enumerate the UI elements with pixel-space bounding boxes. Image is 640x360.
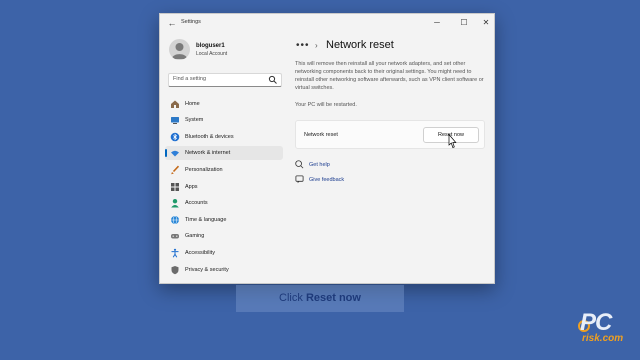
feedback-icon: [295, 175, 304, 184]
sidebar-item-accessibility[interactable]: Accessibility: [165, 246, 283, 260]
title-bar: ← Settings ─ ☐ ✕: [160, 14, 494, 32]
logo-risk: risk.com: [582, 333, 624, 344]
caption-prefix: Click: [279, 292, 306, 304]
back-arrow-icon[interactable]: ←: [166, 17, 178, 29]
close-button[interactable]: ✕: [480, 17, 492, 29]
sidebar-item-home[interactable]: Home: [165, 97, 283, 111]
sidebar-item-label: Time & language: [185, 217, 227, 223]
description-text: This will remove then reinstall all your…: [295, 61, 484, 91]
maximize-button[interactable]: ☐: [458, 17, 470, 29]
breadcrumb-chevron-icon: ›: [315, 41, 318, 50]
gamepad-icon: [171, 234, 179, 239]
system-icon: [171, 117, 179, 124]
sidebar-item-label: Home: [185, 101, 200, 107]
accessibility-icon: [171, 248, 179, 258]
network-reset-card: Network reset Reset now: [295, 120, 485, 149]
settings-window: ← Settings ─ ☐ ✕ bloguser1 Local Account…: [159, 13, 495, 284]
get-help-link[interactable]: Get help: [309, 162, 330, 168]
sidebar-item-personalization[interactable]: Personalization: [165, 163, 283, 177]
home-icon: [171, 100, 179, 108]
search-input[interactable]: Find a setting: [168, 73, 282, 87]
avatar[interactable]: [169, 39, 190, 60]
user-name: bloguser1: [196, 43, 225, 49]
sidebar-item-accounts[interactable]: Accounts: [165, 196, 283, 210]
sidebar-item-label: Network & internet: [185, 150, 231, 156]
sidebar-item-apps[interactable]: Apps: [165, 180, 283, 194]
sidebar-item-bluetooth[interactable]: Bluetooth & devices: [165, 130, 283, 144]
apps-icon: [171, 183, 179, 191]
sidebar-item-label: Personalization: [185, 167, 223, 173]
restart-note: Your PC will be restarted.: [295, 102, 357, 108]
sidebar-item-label: Accessibility: [185, 250, 215, 256]
breadcrumb-more-button[interactable]: •••: [296, 40, 310, 51]
brush-icon: [171, 165, 180, 175]
instruction-caption: Click Reset now: [236, 285, 404, 312]
card-label: Network reset: [304, 132, 338, 138]
sidebar-item-label: Apps: [185, 184, 198, 190]
page-title: Network reset: [326, 39, 394, 51]
window-title: Settings: [181, 19, 201, 25]
sidebar-item-label: System: [185, 117, 204, 123]
sidebar-item-label: Bluetooth & devices: [185, 134, 234, 140]
mouse-cursor-icon: [448, 134, 457, 148]
globe-icon: [171, 215, 179, 225]
sidebar-item-privacy[interactable]: Privacy & security: [165, 263, 283, 277]
sidebar-item-label: Accounts: [185, 200, 208, 206]
give-feedback-link[interactable]: Give feedback: [309, 177, 344, 183]
minimize-button[interactable]: ─: [431, 17, 443, 29]
sidebar-item-gaming[interactable]: Gaming: [165, 229, 283, 243]
help-icon: [295, 160, 304, 169]
caption-bold: Reset now: [305, 292, 361, 304]
sidebar-item-network[interactable]: Network & internet: [165, 146, 283, 160]
bluetooth-icon: [170, 132, 180, 142]
wifi-icon: [171, 150, 179, 157]
sidebar-item-time-language[interactable]: Time & language: [165, 213, 283, 227]
search-icon: [268, 75, 277, 84]
sidebar-item-system[interactable]: System: [165, 113, 283, 127]
sidebar-item-label: Gaming: [185, 233, 205, 239]
shield-icon: [171, 266, 179, 275]
accounts-icon: [171, 199, 179, 208]
search-placeholder: Find a setting: [173, 76, 207, 82]
user-avatar-icon: [171, 43, 188, 59]
selection-indicator: [165, 149, 167, 157]
account-type: Local Account: [196, 51, 228, 57]
sidebar-item-label: Privacy & security: [185, 267, 229, 273]
